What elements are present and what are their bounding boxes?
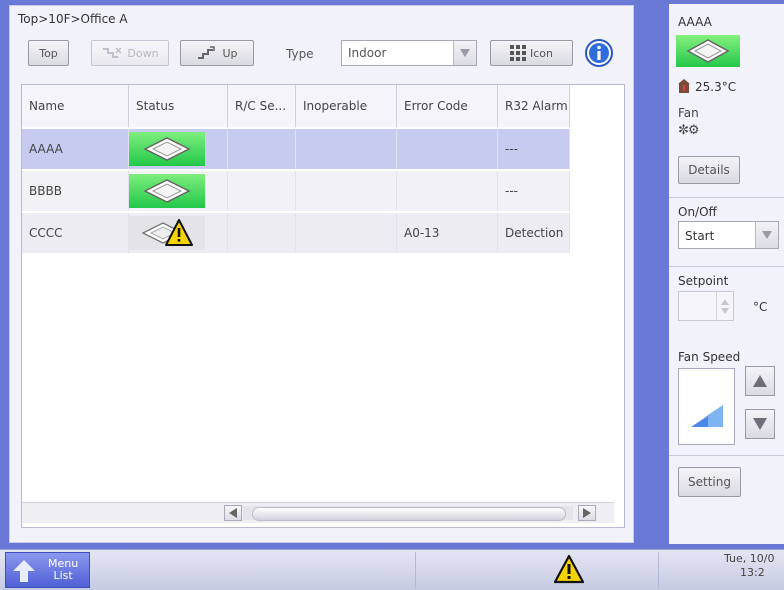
icon-view-button[interactable]: Icon <box>490 40 573 66</box>
column-header-error-code[interactable]: Error Code <box>397 85 498 127</box>
fan-speed-display <box>678 368 735 445</box>
setting-button-label: Setting <box>688 475 731 489</box>
taskbar-separator <box>415 552 416 588</box>
menu-label-line2: List <box>53 569 73 582</box>
type-select[interactable]: Indoor <box>341 40 477 66</box>
onoff-label: On/Off <box>678 205 717 219</box>
fan-icon: ✼⚙ <box>678 123 700 138</box>
cell-inoperable <box>296 171 397 211</box>
cell-name: AAAA <box>22 129 129 169</box>
fan-speed-down-button[interactable] <box>745 409 775 439</box>
fan-speed-level-icon <box>691 405 723 427</box>
dropdown-arrow-icon[interactable] <box>453 41 476 65</box>
stairs-up-icon <box>198 46 216 59</box>
horizontal-scrollbar[interactable] <box>22 502 614 523</box>
unit-list-panel: Top>10F>Office A Top Down Up Type Indoor… <box>9 5 634 543</box>
cell-rc <box>228 171 296 211</box>
info-icon[interactable] <box>585 39 613 67</box>
up-button[interactable]: Up <box>180 40 254 66</box>
indoor-unit-on-icon <box>129 132 205 166</box>
column-header-status[interactable]: Status <box>129 85 228 127</box>
column-header-rc[interactable]: R/C Se... <box>228 85 296 127</box>
table-row[interactable]: BBBB --- <box>22 171 570 211</box>
room-temperature-icon <box>678 79 690 93</box>
taskbar-time: 13:2 <box>740 566 765 579</box>
table-row[interactable]: AAAA --- <box>22 129 570 169</box>
details-button[interactable]: Details <box>678 156 740 184</box>
setpoint-input[interactable] <box>678 291 734 321</box>
column-header-r32-alarm[interactable]: R32 Alarm <box>498 85 570 127</box>
table-header: Name Status R/C Se... Inoperable Error C… <box>22 85 570 127</box>
setting-button[interactable]: Setting <box>678 467 741 497</box>
fan-speed-label: Fan Speed <box>678 350 741 364</box>
unit-table: Name Status R/C Se... Inoperable Error C… <box>21 84 625 528</box>
setpoint-label: Setpoint <box>678 274 729 288</box>
cell-spacer <box>205 129 228 169</box>
triangle-down-icon <box>753 418 767 430</box>
onoff-select[interactable]: Start <box>678 221 779 249</box>
menu-list-label: Menu List <box>48 558 78 582</box>
divider <box>669 266 784 267</box>
grid-icon <box>510 45 526 61</box>
top-button-label: Top <box>39 46 58 60</box>
cell-rc <box>228 129 296 169</box>
triangle-up-icon <box>753 375 767 387</box>
cell-error-code <box>397 129 498 169</box>
cell-name: BBBB <box>22 171 129 211</box>
scroll-right-icon[interactable] <box>578 505 596 521</box>
indoor-unit-warning-icon <box>129 216 205 250</box>
fan-speed-up-button[interactable] <box>745 366 775 396</box>
cell-rc <box>228 213 296 253</box>
cell-error-code <box>397 171 498 211</box>
breadcrumb[interactable]: Top>10F>Office A <box>18 12 128 26</box>
operation-mode: Fan <box>678 106 699 120</box>
stairs-down-icon <box>103 47 122 58</box>
cell-spacer <box>205 213 228 253</box>
cell-name: CCCC <box>22 213 129 253</box>
type-select-value: Indoor <box>348 46 387 60</box>
divider <box>669 197 784 198</box>
taskbar-separator <box>658 552 659 588</box>
cell-r32-alarm: --- <box>498 129 570 169</box>
room-temperature: 25.3°C <box>695 80 737 94</box>
down-button[interactable]: Down <box>91 40 169 66</box>
down-button-label: Down <box>127 46 159 60</box>
setpoint-spinner[interactable] <box>716 292 733 320</box>
top-button[interactable]: Top <box>28 40 69 66</box>
cell-r32-alarm: Detection <box>498 213 570 253</box>
taskbar-date: Tue, 10/0 <box>724 552 775 565</box>
spin-up-icon[interactable] <box>721 298 729 305</box>
onoff-select-value: Start <box>685 229 715 243</box>
cell-error-code: A0-13 <box>397 213 498 253</box>
table-row[interactable]: CCCC A0-13 Detection <box>22 213 570 253</box>
arrow-up-icon <box>13 560 35 582</box>
menu-list-button[interactable]: Menu List <box>5 552 90 588</box>
type-label: Type <box>286 47 314 61</box>
selected-unit-name: AAAA <box>678 15 712 29</box>
indoor-unit-on-icon <box>129 174 205 208</box>
setpoint-unit: °C <box>753 300 768 314</box>
icon-view-label: Icon <box>530 46 553 60</box>
cell-r32-alarm: --- <box>498 171 570 211</box>
scroll-left-icon[interactable] <box>224 505 242 521</box>
column-header-inoperable[interactable]: Inoperable <box>296 85 397 127</box>
details-button-label: Details <box>688 163 730 177</box>
indoor-unit-on-icon <box>676 35 740 67</box>
divider <box>669 455 784 456</box>
dropdown-arrow-icon[interactable] <box>755 222 778 248</box>
cell-spacer <box>205 171 228 211</box>
cell-inoperable <box>296 213 397 253</box>
column-header-name[interactable]: Name <box>22 85 129 127</box>
taskbar: Menu List Tue, 10/0 13:2 <box>0 549 784 590</box>
up-button-label: Up <box>222 46 238 60</box>
scroll-thumb[interactable] <box>252 507 566 521</box>
cell-inoperable <box>296 129 397 169</box>
spin-down-icon[interactable] <box>721 307 729 314</box>
unit-detail-panel: AAAA 25.3°C Fan ✼⚙ Details On/Off Start … <box>669 4 784 544</box>
warning-icon[interactable] <box>553 554 585 584</box>
